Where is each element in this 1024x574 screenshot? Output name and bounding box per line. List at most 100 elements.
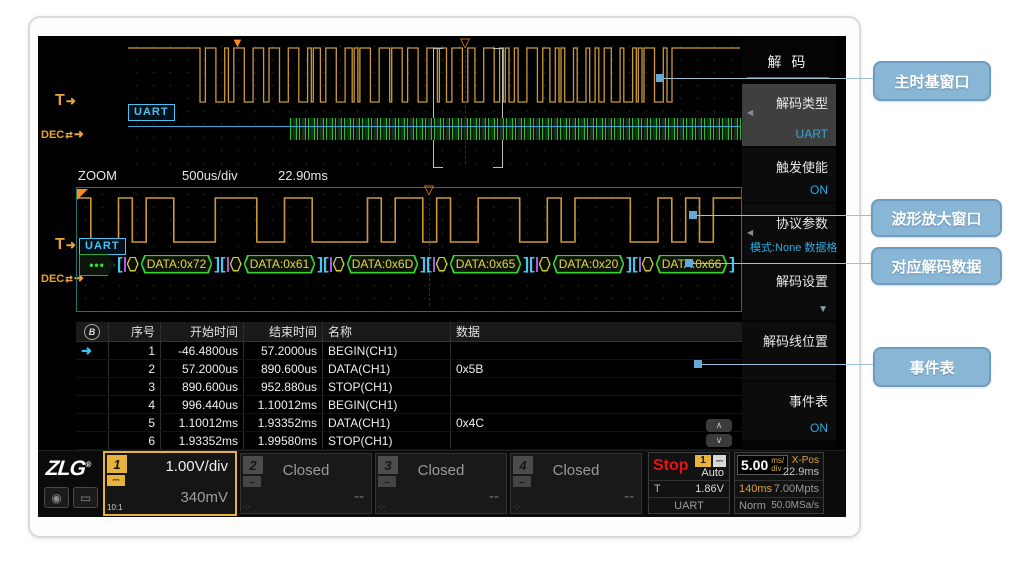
scroll-up-button[interactable]: ∧ — [706, 419, 732, 432]
table-cell: 1.93352ms — [161, 432, 244, 450]
trigger-mode: Auto — [701, 467, 724, 479]
channel-2-probe: -:- — [243, 502, 251, 511]
uart-channel-badge[interactable]: UART — [128, 104, 175, 121]
frame-open-bracket: [ — [323, 255, 329, 273]
table-row[interactable]: 257.2000us890.600usDATA(CH1)0x5B — [76, 360, 766, 378]
event-table-body: ➜1-46.4800us57.2000usBEGIN(CH1)257.2000u… — [76, 342, 766, 450]
channel-1-box[interactable]: 1 ⎓ 10:1 1.00V/div 340mV — [103, 451, 237, 516]
trigger-position-line — [465, 50, 466, 164]
table-cell: 5 — [109, 414, 161, 432]
trigger-level-label-zoom[interactable]: T➜ — [55, 236, 76, 254]
frame-marker — [639, 257, 641, 272]
status-bar: ZLG® ◉ ▭ 1 ⎓ 10:1 1.00V/div 340mV 2 – -:… — [38, 450, 846, 517]
zoom-scale-label: 500us/div — [182, 168, 238, 183]
zoom-mode-label: ZOOM — [78, 168, 117, 183]
frame-open-bracket: [ — [117, 255, 123, 273]
acquisition-state: Stop — [653, 457, 689, 475]
touch-indicator-icon[interactable]: ◉ — [44, 487, 69, 508]
frame-open-bracket: [ — [529, 255, 535, 273]
table-row[interactable]: 51.10012ms1.93352msDATA(CH1)0x4C — [76, 414, 766, 432]
col-start-time: 开始时间 — [161, 322, 244, 342]
timebase-block[interactable]: 5.00 ms/div X-Pos 22.9ms 140ms 7.00Mpts … — [734, 452, 824, 514]
channel-4-box[interactable]: 4 – -:- Closed -- — [510, 453, 642, 514]
trigger-level-label[interactable]: T➜ — [55, 92, 76, 110]
zoom-left-marker-icon — [77, 189, 88, 200]
menu-item-protocol-params[interactable]: ◀ 协议参数 模式:None 数据格 — [742, 204, 836, 260]
frame-open-bracket: [ — [426, 255, 432, 273]
channel-3-probe: -:- — [378, 502, 386, 511]
start-bit-hex-icon — [127, 257, 139, 272]
anchor-square-main-window — [656, 74, 664, 82]
decode-arrow-icon: ➜ — [74, 127, 84, 141]
start-bit-hex-icon — [333, 257, 345, 272]
dropdown-arrow-icon: ▼ — [818, 304, 828, 315]
record-length-points: 7.00Mpts — [774, 483, 819, 495]
col-seq: 序号 — [109, 322, 161, 342]
callout-decode-data: 对应解码数据 — [871, 247, 1002, 285]
table-row[interactable]: 3890.600us952.880usSTOP(CH1) — [76, 378, 766, 396]
data-hex: DATA:0x61 — [244, 255, 316, 274]
burst-start-marker-icon[interactable]: ▼ — [231, 38, 244, 48]
trigger-arrow-icon: ➜ — [66, 238, 76, 252]
oscilloscope-screen: T➜ DEC⇄➜ T➜ DEC⇄➜ ▼ ▽ UART ZOOM — [38, 36, 846, 517]
table-cell: 1.99580ms — [244, 432, 323, 450]
dc-coupling-icon: ⎓ — [107, 475, 125, 486]
callout-line-1 — [664, 78, 873, 79]
brand-logo: ZLG® — [45, 457, 91, 481]
menu-title: 解 码 — [747, 52, 829, 78]
menu-item-decode-type[interactable]: ◀ 解码类型 UART — [742, 84, 836, 146]
callout-line-2 — [697, 215, 871, 216]
menu-item-decode-line-position[interactable]: 解码线位置 — [742, 322, 836, 380]
x-position: X-Pos 22.9ms — [783, 455, 819, 478]
table-scroll-widget: ∧ ∨ — [706, 419, 732, 449]
start-bit-hex-icon — [642, 257, 654, 272]
anchor-square-zoom-window — [689, 211, 697, 219]
frame-marker — [536, 257, 538, 272]
channel-1-offset: 340mV — [180, 489, 228, 506]
decode-position-label[interactable]: DEC⇄➜ — [41, 127, 84, 141]
channel-1-vdiv: 1.00V/div — [165, 458, 228, 475]
zoom-region-bracket-right[interactable] — [493, 48, 503, 168]
table-cell: DATA(CH1) — [323, 414, 451, 432]
menu-item-decode-settings[interactable]: 解码设置 ▼ — [742, 262, 836, 320]
menu-item-event-table[interactable]: 事件表 ON — [742, 382, 836, 440]
zoom-region-bracket-left[interactable] — [433, 48, 443, 168]
decode-frame: [DATA:0x66] — [632, 253, 735, 275]
table-row[interactable]: ➜1-46.4800us57.2000usBEGIN(CH1) — [76, 342, 766, 360]
event-table-header: B 序号 开始时间 结束时间 名称 数据 — [76, 322, 766, 342]
decode-frame: [DATA:0x20] — [529, 253, 632, 275]
scroll-down-button[interactable]: ∨ — [706, 434, 732, 447]
channel-4-probe: -:- — [513, 502, 521, 511]
callout-line-3 — [693, 263, 871, 264]
bus-icon: B — [84, 324, 100, 340]
data-hex: DATA:0x65 — [450, 255, 522, 274]
frame-open-bracket: [ — [632, 255, 638, 273]
menu-item-trigger-enable[interactable]: 触发使能 ON — [742, 148, 836, 202]
trigger-status-block[interactable]: Stop 1 ⎓ Auto T 1.86V UART — [648, 452, 730, 514]
callout-zoom-window: 波形放大窗口 — [871, 199, 1002, 237]
trigger-type: UART — [649, 498, 729, 514]
decode-menu: 解 码 ◀ 解码类型 UART 触发使能 ON ◀ 协议参数 模式:None 数… — [742, 36, 836, 450]
col-end-time: 结束时间 — [244, 322, 323, 342]
timebase-scale: 5.00 ms/div — [737, 455, 788, 475]
table-row[interactable]: 4996.440us1.10012msBEGIN(CH1) — [76, 396, 766, 414]
callout-main-timebase-window: 主时基窗口 — [873, 61, 991, 101]
zoom-trigger-marker-icon[interactable]: ▽ — [424, 185, 434, 195]
table-cell: 2 — [109, 360, 161, 378]
trigger-position-marker-icon[interactable]: ▽ — [460, 38, 470, 48]
table-cell: BEGIN(CH1) — [323, 396, 451, 414]
current-row-arrow-icon: ➜ — [81, 343, 92, 358]
decode-frame: [DATA:0x65] — [426, 253, 529, 275]
table-row[interactable]: 61.93352ms1.99580msSTOP(CH1) — [76, 432, 766, 450]
channel-2-box[interactable]: 2 – -:- Closed -- — [240, 453, 372, 514]
table-cell: 1.10012ms — [244, 396, 323, 414]
decode-frame: [DATA:0x6D] — [323, 253, 426, 275]
frame-marker — [330, 257, 332, 272]
record-length-time: 140ms — [739, 483, 772, 495]
drag-indicator-icon[interactable]: ▭ — [73, 487, 98, 508]
channel-3-box[interactable]: 3 – -:- Closed -- — [375, 453, 507, 514]
table-cell: 57.2000us — [161, 360, 244, 378]
decode-swap-icon: ⇄ — [65, 130, 73, 140]
callout-line-4 — [702, 364, 873, 365]
table-cell: 3 — [109, 378, 161, 396]
